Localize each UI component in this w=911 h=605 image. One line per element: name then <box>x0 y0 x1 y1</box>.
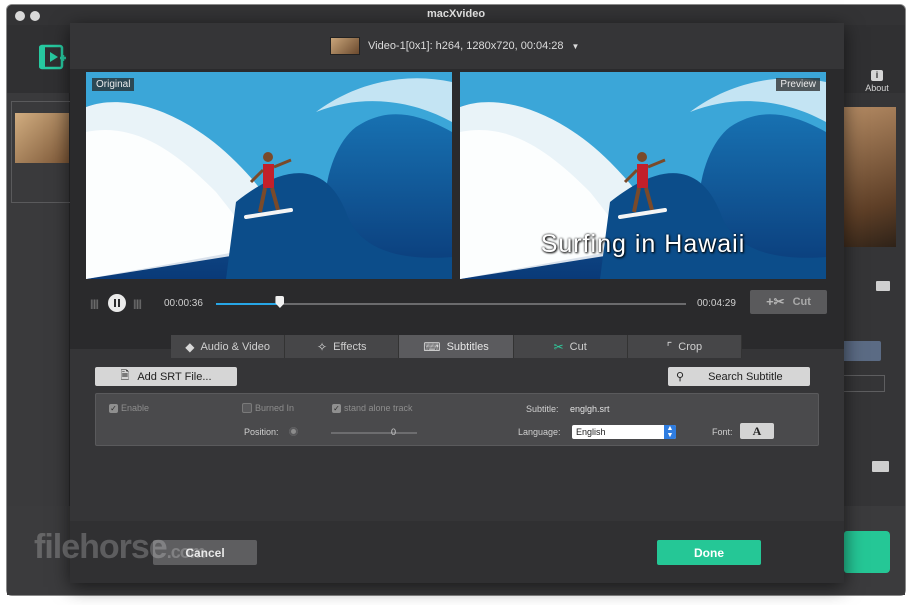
tab-label: Cut <box>569 340 587 353</box>
tab-effects[interactable]: ✧ Effects <box>285 335 400 358</box>
subtitle-file-name: englgh.srt <box>570 404 610 414</box>
preview-label: Preview <box>776 78 820 91</box>
tab-crop[interactable]: ⌜ Crop <box>627 335 743 358</box>
current-time: 00:00:36 <box>164 298 203 309</box>
edit-tabs: ◆ Audio & Video ✧ Effects ⌨ Subtitles ✂ Cut ⌜ Cro… <box>171 335 743 358</box>
background-video-list <box>7 93 70 506</box>
tab-label: Crop <box>678 340 703 353</box>
checkbox-checked-icon: ✓ <box>109 403 118 413</box>
app-logo-icon <box>38 43 67 71</box>
search-icon: ⚲ <box>676 371 685 383</box>
language-value: English <box>576 427 606 437</box>
standalone-track-checkbox[interactable]: ✓ stand alone track <box>332 403 413 413</box>
title-bar: macXvideo <box>7 5 905 25</box>
tab-audio-video[interactable]: ◆ Audio & Video <box>171 335 286 358</box>
scissors-icon: ✂ <box>553 339 564 354</box>
total-time: 00:04:29 <box>697 298 736 309</box>
subtitle-label: Subtitle: <box>526 404 559 414</box>
background-dropdown <box>844 375 885 392</box>
watermark: filehorse.com <box>34 528 206 567</box>
video-info-text: Video-1[0x1]: h264, 1280x720, 00:04:28 <box>368 40 564 52</box>
player-area: Original Preview Surfing in Hawaii |||||… <box>70 69 844 349</box>
dropdown-arrow-icon: ▼ <box>571 41 580 51</box>
original-label: Original <box>92 78 135 91</box>
add-file-icon: 🗎 <box>120 370 130 382</box>
video-thumbnail <box>330 37 360 55</box>
background-convert-button <box>844 531 890 573</box>
add-srt-file-button[interactable]: 🗎 Add SRT File... <box>95 367 237 386</box>
preview-frame: Preview Surfing in Hawaii <box>460 72 826 279</box>
font-label: Font: <box>712 427 733 437</box>
cut-button[interactable]: +✂ Cut <box>750 290 827 314</box>
crop-icon: ⌜ <box>666 339 673 354</box>
background-preview-thumbnail <box>844 107 896 247</box>
watermark-text: filehorse <box>34 528 168 566</box>
language-select[interactable]: English ▲ ▼ <box>572 425 676 439</box>
background-folder-icon-2 <box>872 461 889 472</box>
watermark-suffix: .com <box>166 542 206 562</box>
playback-controls: ||||| ||||| 00:00:36 00:04:29 +✂ Cut <box>70 285 844 335</box>
subtitles-icon: ⌨ <box>423 339 441 354</box>
audio-video-icon: ◆ <box>185 339 195 354</box>
position-value: 0 <box>391 427 397 437</box>
subtitle-overlay-text: Surfing in Hawaii <box>540 230 746 258</box>
background-right-panel <box>844 93 905 506</box>
enable-label: Enable <box>121 403 150 413</box>
enable-checkbox[interactable]: ✓ Enable <box>109 403 149 413</box>
edit-dialog: Video-1[0x1]: h264, 1280x720, 00:04:28 ▼ <box>70 23 844 583</box>
font-button[interactable]: A <box>740 423 774 439</box>
tab-label: Effects <box>333 340 367 353</box>
search-subtitle-label: Search Subtitle <box>708 370 783 383</box>
scissors-plus-icon: +✂ <box>766 294 785 309</box>
seek-progress <box>216 303 280 305</box>
magic-wand-icon: ✧ <box>317 339 328 354</box>
tab-label: Audio & Video <box>200 340 270 353</box>
subtitles-panel: 🗎 Add SRT File... ⚲ Search Subtitle ✓ En… <box>70 359 844 545</box>
checkbox-empty-icon <box>242 403 252 413</box>
tab-label: Subtitles <box>446 340 489 353</box>
surf-image-original <box>86 72 452 279</box>
add-srt-label: Add SRT File... <box>137 370 212 383</box>
select-arrows-icon: ▲ ▼ <box>664 425 676 439</box>
tab-subtitles[interactable]: ⌨ Subtitles <box>399 335 514 358</box>
position-slider[interactable] <box>331 432 417 434</box>
standalone-label: stand alone track <box>344 403 413 413</box>
position-radio[interactable] <box>289 427 298 436</box>
info-icon: i <box>871 70 883 81</box>
dialog-header: Video-1[0x1]: h264, 1280x720, 00:04:28 ▼ <box>70 23 844 69</box>
about-label: About <box>865 83 889 93</box>
checkbox-checked-icon: ✓ <box>332 403 341 413</box>
volume-up-icon[interactable]: ||||| <box>133 299 142 310</box>
original-frame: Original <box>86 72 452 279</box>
position-label: Position: <box>244 427 279 437</box>
pause-button[interactable] <box>108 294 126 312</box>
volume-down-icon[interactable]: ||||| <box>90 299 99 310</box>
video-selector-dropdown[interactable]: Video-1[0x1]: h264, 1280x720, 00:04:28 ▼ <box>330 36 579 56</box>
background-folder-icon <box>876 281 890 291</box>
burned-in-label: Burned In <box>255 403 295 413</box>
background-list-item <box>11 101 70 203</box>
app-title: macXvideo <box>426 8 486 20</box>
done-button[interactable]: Done <box>657 540 761 565</box>
about-button[interactable]: i About <box>860 70 894 93</box>
cut-button-label: Cut <box>792 296 811 308</box>
language-label: Language: <box>518 427 561 437</box>
search-subtitle-button[interactable]: ⚲ Search Subtitle <box>668 367 810 386</box>
burned-in-checkbox[interactable]: Burned In <box>242 403 294 413</box>
seek-slider[interactable] <box>216 296 686 308</box>
seek-thumb[interactable] <box>275 296 285 308</box>
subtitle-options: ✓ Enable Burned In ✓ stand alone track S… <box>95 393 819 446</box>
background-options-button <box>844 341 881 361</box>
tab-cut[interactable]: ✂ Cut <box>513 335 628 358</box>
